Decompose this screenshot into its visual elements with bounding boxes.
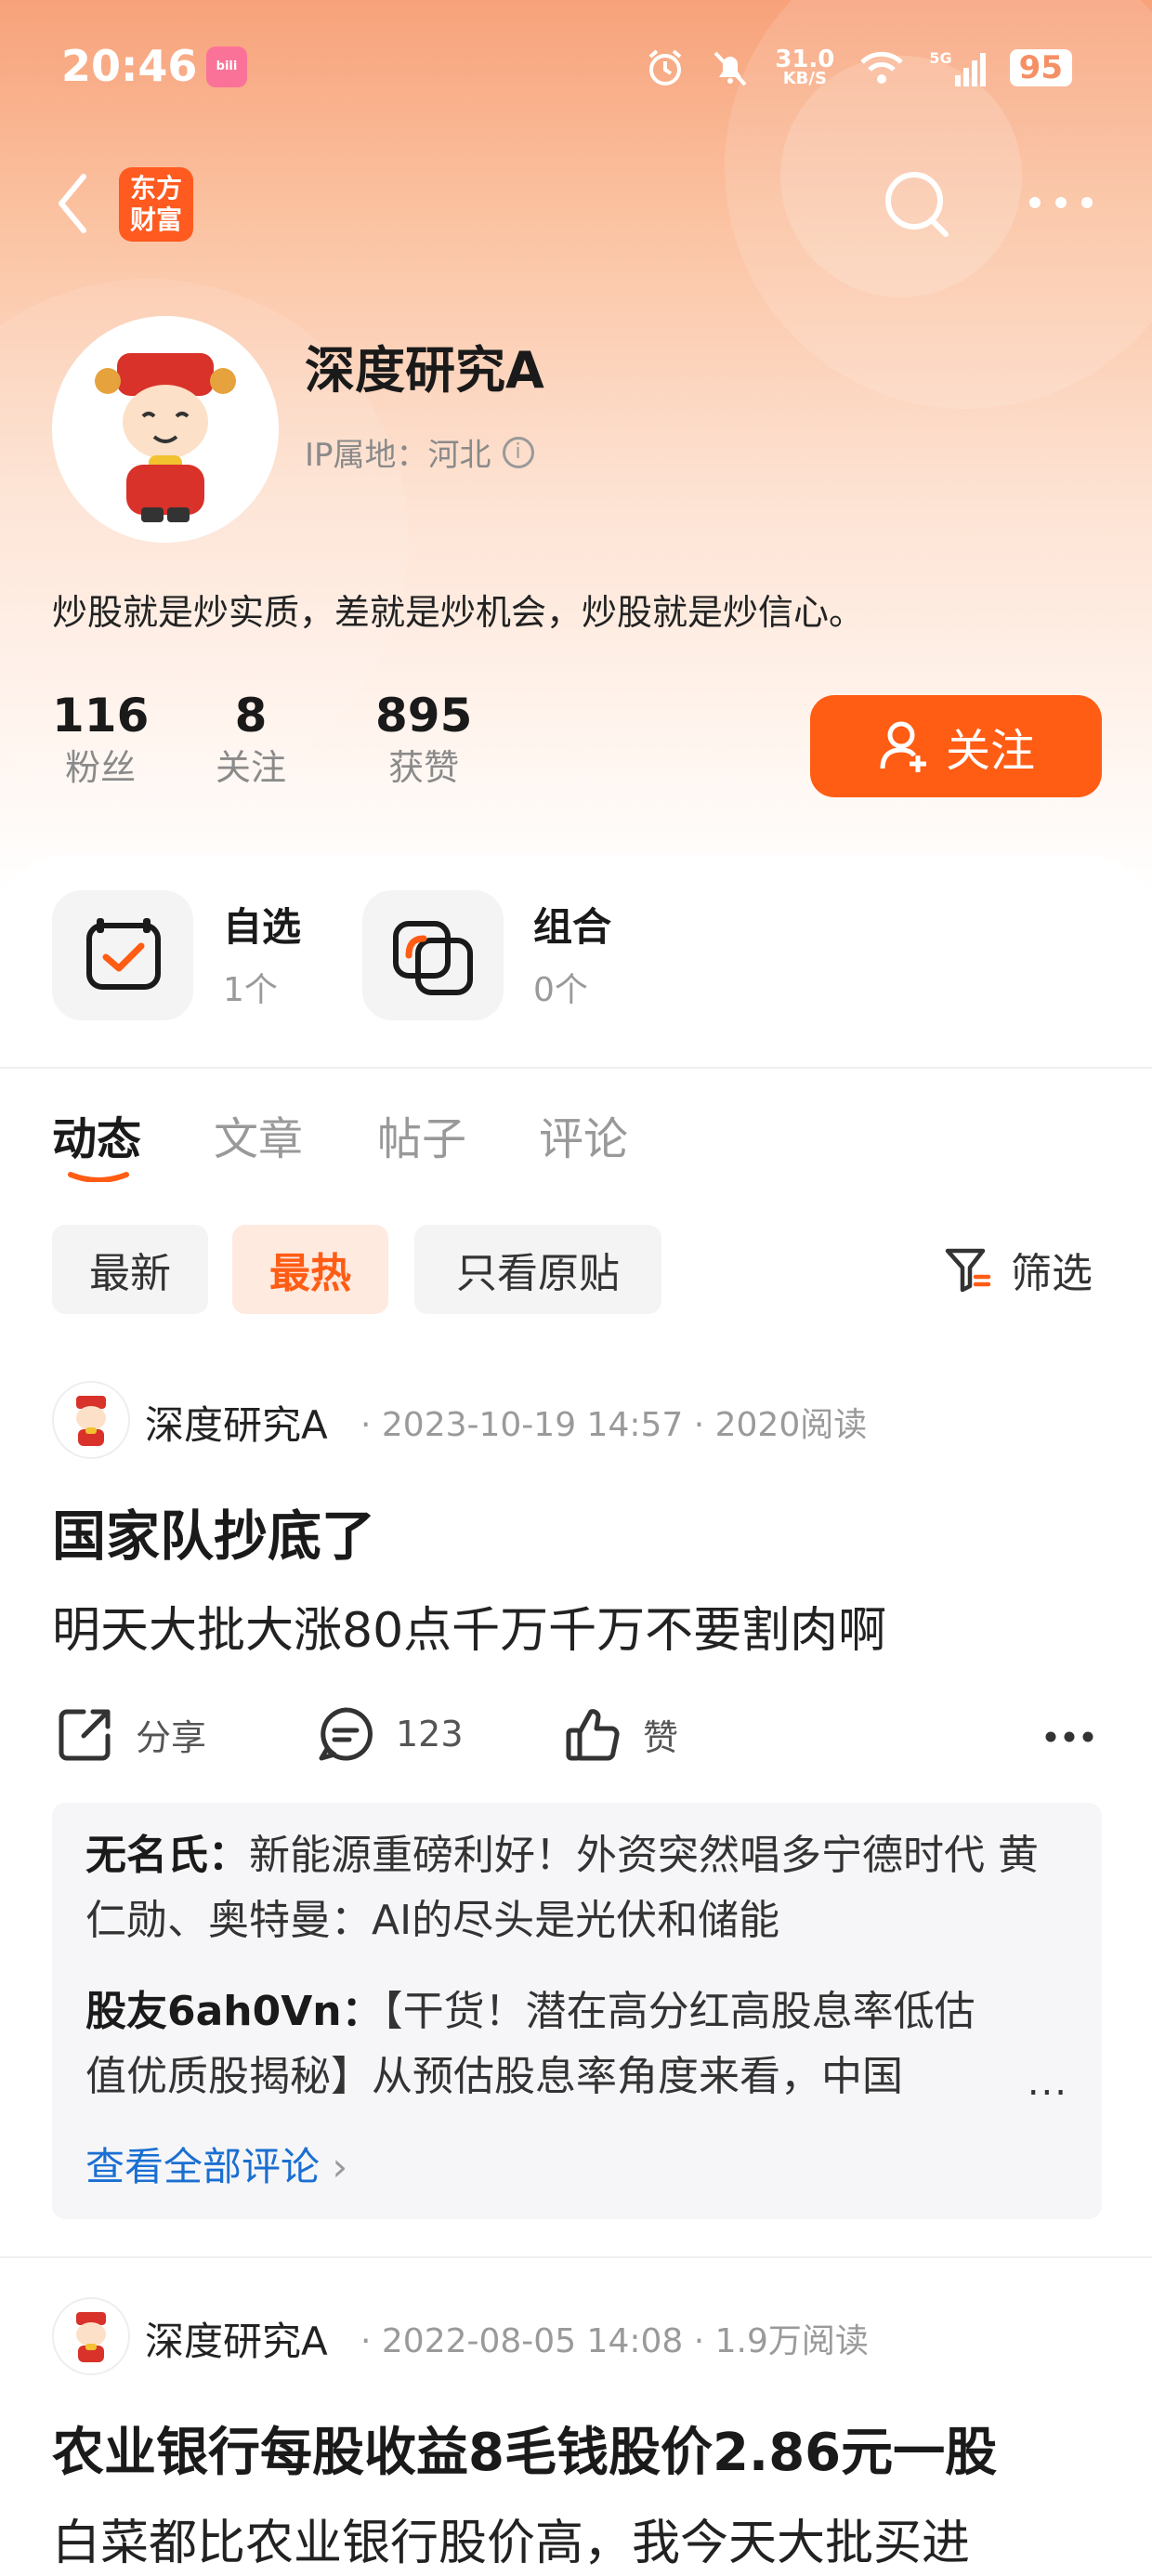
share-label: 分享	[136, 1716, 207, 1758]
filter-label: 筛选	[1011, 1250, 1093, 1297]
stat-fans[interactable]: 116 粉丝	[52, 688, 149, 792]
tab-articles[interactable]: 文章	[214, 1102, 303, 1167]
app-logo[interactable]: 东方 财富	[119, 167, 193, 242]
ip-location: IP属地：河北 i	[305, 429, 534, 475]
see-all-comments-link[interactable]: 查看全部评论 ›	[85, 2136, 347, 2192]
post-meta: · 2022-08-05 14:08 · 1.9万阅读	[360, 2322, 869, 2360]
filter-button[interactable]: 筛选	[942, 1240, 1093, 1299]
follow-button[interactable]: 关注	[810, 695, 1102, 797]
watchlist-title[interactable]: 自选	[223, 896, 301, 953]
post-author-avatar[interactable]	[52, 1381, 130, 1459]
portfolio-title[interactable]: 组合	[533, 896, 611, 953]
info-icon[interactable]: i	[502, 436, 534, 468]
watchlist-count: 1个	[223, 971, 278, 1009]
bilibili-notification-icon: bili	[206, 46, 247, 87]
add-user-icon	[880, 721, 926, 772]
share-icon	[59, 1709, 111, 1761]
comment-button[interactable]: 123	[316, 1704, 464, 1764]
wifi-icon	[860, 51, 904, 84]
comment-preview-box: 无名氏：新能源重磅利好！外资突然唱多宁德时代 黄仁勋、奥特曼：AI的尽头是光伏和…	[52, 1803, 1102, 2219]
post-author-name[interactable]: 深度研究A	[145, 2310, 328, 2367]
like-label: 赞	[643, 1716, 679, 1758]
status-icons: 31.0 KB/S 5G 95	[645, 45, 1072, 91]
profile-bio: 炒股就是炒实质，差就是炒机会，炒股就是炒信心。	[52, 592, 865, 633]
status-bar: 20:46 bili 31.0 KB/S 5G 95	[0, 0, 1152, 139]
tab-posts[interactable]: 帖子	[377, 1102, 466, 1167]
tab-dynamics[interactable]: 动态	[52, 1102, 141, 1167]
post-title[interactable]: 国家队抄底了	[52, 1492, 375, 1571]
checkbox-icon	[86, 918, 161, 990]
comment-user[interactable]: 股友6ah0Vn：	[85, 1988, 383, 2035]
divider	[0, 2256, 1152, 2258]
more-options-icon[interactable]	[1026, 191, 1096, 214]
back-arrow-icon[interactable]	[54, 171, 91, 236]
comment-item[interactable]: 无名氏：新能源重磅利好！外资突然唱多宁德时代 黄仁勋、奥特曼：AI的尽头是光伏和…	[85, 1823, 1052, 1953]
post-title[interactable]: 农业银行每股收益8毛钱股价2.86元一股	[52, 2411, 997, 2486]
battery-indicator: 95	[1009, 49, 1072, 86]
god-of-wealth-avatar-image	[52, 316, 279, 543]
comment-user[interactable]: 无名氏：	[85, 1832, 249, 1879]
chevron-right-icon: ›	[332, 2144, 348, 2189]
clock: 20:46	[61, 41, 198, 91]
alarm-icon	[648, 49, 682, 85]
watchlist-shortcut[interactable]	[52, 890, 193, 1020]
ip-location-text: IP属地：河北	[305, 437, 491, 474]
portfolio-count: 0个	[533, 971, 588, 1009]
active-tab-indicator	[68, 1172, 129, 1182]
follow-label: 关注	[945, 725, 1035, 777]
post-meta: · 2023-10-19 14:57 · 2020阅读	[360, 1406, 868, 1444]
post-author-name[interactable]: 深度研究A	[145, 1394, 328, 1451]
thumbs-up-icon	[566, 1709, 620, 1761]
tab-comments[interactable]: 评论	[539, 1102, 628, 1167]
stat-likes[interactable]: 895 获赞	[375, 688, 472, 792]
like-button[interactable]: 赞	[563, 1704, 678, 1764]
comment-item[interactable]: 股友6ah0Vn：【干货！潜在高分红高股息率低估值优质股揭秘】从预估股息率角度来…	[85, 1979, 1015, 2109]
filter-icon	[945, 1248, 991, 1293]
post-body[interactable]: 白菜都比农业银行股价高，我今天大批买进	[52, 2504, 970, 2573]
post-body[interactable]: 明天大批大涨80点千万千万不要割肉啊	[52, 1591, 886, 1661]
profile-username: 深度研究A	[305, 341, 544, 400]
stat-following[interactable]: 8 关注	[216, 688, 286, 792]
comment-truncation: ...	[1027, 2061, 1068, 2104]
chip-latest[interactable]: 最新	[52, 1225, 208, 1314]
comment-icon	[319, 1707, 373, 1761]
post-author-avatar[interactable]	[52, 2297, 130, 2375]
portfolio-icon	[393, 921, 473, 995]
network-speed: 31.0 KB/S	[775, 46, 835, 88]
search-icon[interactable]	[877, 164, 961, 247]
share-button[interactable]: 分享	[56, 1704, 206, 1764]
portfolio-shortcut[interactable]	[362, 890, 504, 1020]
post-more-icon[interactable]	[1044, 1730, 1094, 1743]
cellular-signal-icon: 5G	[929, 49, 986, 86]
mute-bell-icon	[713, 51, 747, 86]
chip-original-only[interactable]: 只看原贴	[414, 1225, 661, 1314]
divider	[0, 1067, 1152, 1069]
profile-avatar[interactable]	[52, 316, 279, 543]
comment-count: 123	[396, 1714, 464, 1755]
chip-hottest[interactable]: 最热	[232, 1225, 388, 1314]
